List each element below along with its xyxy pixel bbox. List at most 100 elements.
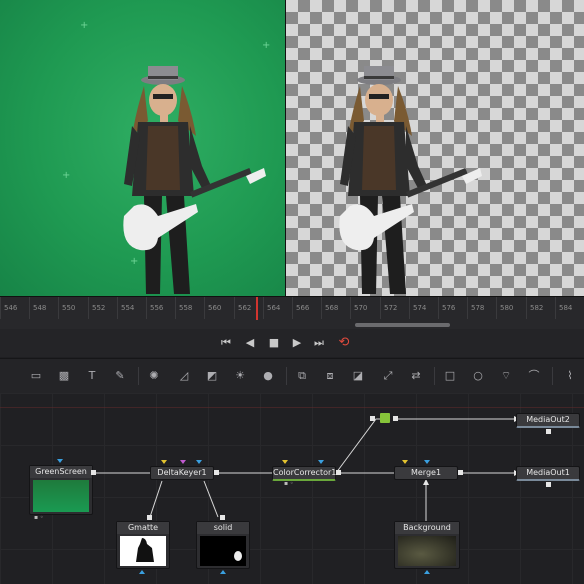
- port-input[interactable]: [424, 570, 430, 574]
- skip-to-end-button[interactable]: ⏭: [311, 335, 327, 351]
- node-solid[interactable]: solid: [196, 521, 250, 569]
- tick-mark: [438, 297, 439, 319]
- node-deltakeyer[interactable]: DeltaKeyer1: [150, 466, 214, 480]
- loop-button[interactable]: ⟲: [336, 335, 352, 351]
- tick-label: 578: [471, 304, 485, 312]
- tick-mark: [263, 297, 264, 319]
- port-output[interactable]: [220, 515, 225, 520]
- tick-label: 564: [267, 304, 281, 312]
- port-input[interactable]: [161, 460, 167, 464]
- left-viewer[interactable]: + + + +: [0, 0, 285, 296]
- color-curves-tool-icon[interactable]: ◿: [176, 368, 192, 384]
- node-colorcorrector[interactable]: ColorCorrector1: [272, 466, 336, 481]
- port-output[interactable]: [336, 470, 341, 475]
- tick-label: 584: [559, 304, 573, 312]
- play-button[interactable]: ▶: [289, 335, 305, 351]
- particles-tool-icon[interactable]: ✺: [146, 368, 162, 384]
- tick-label: 552: [92, 304, 106, 312]
- polygon-mask-tool-icon[interactable]: ⌔: [498, 368, 514, 384]
- tick-mark: [380, 297, 381, 319]
- port-output[interactable]: [214, 470, 219, 475]
- tracking-marker: +: [62, 170, 71, 181]
- solid-thumbnail: [200, 536, 246, 566]
- node-gmatte[interactable]: Gmatte: [116, 521, 170, 569]
- port-output[interactable]: [458, 470, 463, 475]
- tick-mark: [29, 297, 30, 319]
- playhead[interactable]: [256, 297, 258, 320]
- toolbar-separator: [286, 367, 287, 385]
- node-background[interactable]: Background: [394, 521, 460, 569]
- port-input[interactable]: [424, 460, 430, 464]
- port-output[interactable]: [147, 515, 152, 520]
- port-input[interactable]: [57, 459, 63, 463]
- tracking-marker: +: [262, 40, 271, 51]
- tick-mark: [204, 297, 205, 319]
- port-output[interactable]: [91, 470, 96, 475]
- background-tool-icon[interactable]: ▭: [28, 368, 44, 384]
- color-correct-tool-icon[interactable]: ◩: [204, 368, 220, 384]
- port-output[interactable]: [546, 482, 551, 487]
- node-gmatte-label: Gmatte: [117, 522, 169, 534]
- tracking-marker: +: [80, 20, 89, 31]
- port-input[interactable]: [196, 460, 202, 464]
- tick-mark: [526, 297, 527, 319]
- node-badge: ▪ ◦: [284, 480, 294, 487]
- tick-mark: [234, 297, 235, 319]
- toolbar-separator: [434, 367, 435, 385]
- resize-tool-icon[interactable]: ⤢: [380, 368, 396, 384]
- port-output[interactable]: [393, 416, 398, 421]
- tick-mark: [88, 297, 89, 319]
- transform-tool-icon[interactable]: ⇄: [408, 368, 424, 384]
- port-input[interactable]: [282, 460, 288, 464]
- node-greenscreen[interactable]: GreenScreen: [29, 465, 93, 515]
- gmatte-thumbnail: [120, 536, 166, 566]
- node-merge[interactable]: Merge1: [394, 466, 458, 480]
- tick-label: 554: [121, 304, 135, 312]
- tick-mark: [175, 297, 176, 319]
- tick-mark: [58, 297, 59, 319]
- tick-label: 580: [500, 304, 514, 312]
- tick-label: 568: [325, 304, 339, 312]
- tick-mark: [292, 297, 293, 319]
- tick-label: 566: [296, 304, 310, 312]
- bspline-mask-tool-icon[interactable]: ⌒: [526, 368, 542, 384]
- merge-tool-icon[interactable]: ⧉: [294, 368, 310, 384]
- node-solid-label: solid: [197, 522, 249, 534]
- port-output[interactable]: [546, 429, 551, 434]
- tick-label: 572: [384, 304, 398, 312]
- brush-tool-icon[interactable]: ✎: [112, 368, 128, 384]
- port-input[interactable]: [318, 460, 324, 464]
- transport-controls: ⏮ ◀ ■ ▶ ⏭ ⟲: [0, 329, 584, 357]
- port-input[interactable]: [139, 570, 145, 574]
- tick-label: 562: [238, 304, 252, 312]
- port-input[interactable]: [220, 570, 226, 574]
- node-mediaout1[interactable]: MediaOut1: [516, 466, 580, 481]
- paint-tool-icon[interactable]: ▩: [56, 368, 72, 384]
- text-tool-icon[interactable]: T: [84, 368, 100, 384]
- skip-to-start-button[interactable]: ⏮: [218, 335, 234, 351]
- port-input[interactable]: [180, 460, 186, 464]
- play-reverse-button[interactable]: ◀: [242, 335, 258, 351]
- channel-booleans-tool-icon[interactable]: ⧈: [322, 368, 338, 384]
- tracker-tool-icon[interactable]: ⌇: [562, 368, 578, 384]
- stop-button[interactable]: ■: [266, 335, 282, 351]
- port-input[interactable]: [402, 460, 408, 464]
- blur-tool-icon[interactable]: ●: [260, 368, 276, 384]
- ellipse-mask-tool-icon[interactable]: ○: [470, 368, 486, 384]
- greenscreen-thumbnail: [33, 480, 89, 512]
- node-background-label: Background: [395, 522, 459, 534]
- brightness-tool-icon[interactable]: ☀: [232, 368, 248, 384]
- tick-label: 556: [150, 304, 164, 312]
- matte-control-tool-icon[interactable]: ◪: [350, 368, 366, 384]
- timeline-scrollbar[interactable]: [355, 323, 450, 327]
- keyed-guitarist-image: [339, 66, 482, 294]
- right-viewer[interactable]: [286, 0, 584, 296]
- tick-label: 582: [530, 304, 544, 312]
- rectangle-mask-tool-icon[interactable]: □: [442, 368, 458, 384]
- timeline-ruler[interactable]: 546 548 550 552 554 556 558 560 562 564 566 568 570 5…: [0, 296, 584, 329]
- node-mediaout2[interactable]: MediaOut2: [516, 413, 580, 428]
- pipe-router-node[interactable]: [380, 413, 390, 423]
- tick-mark: [555, 297, 556, 319]
- tick-label: 574: [413, 304, 427, 312]
- port-input[interactable]: [370, 416, 375, 421]
